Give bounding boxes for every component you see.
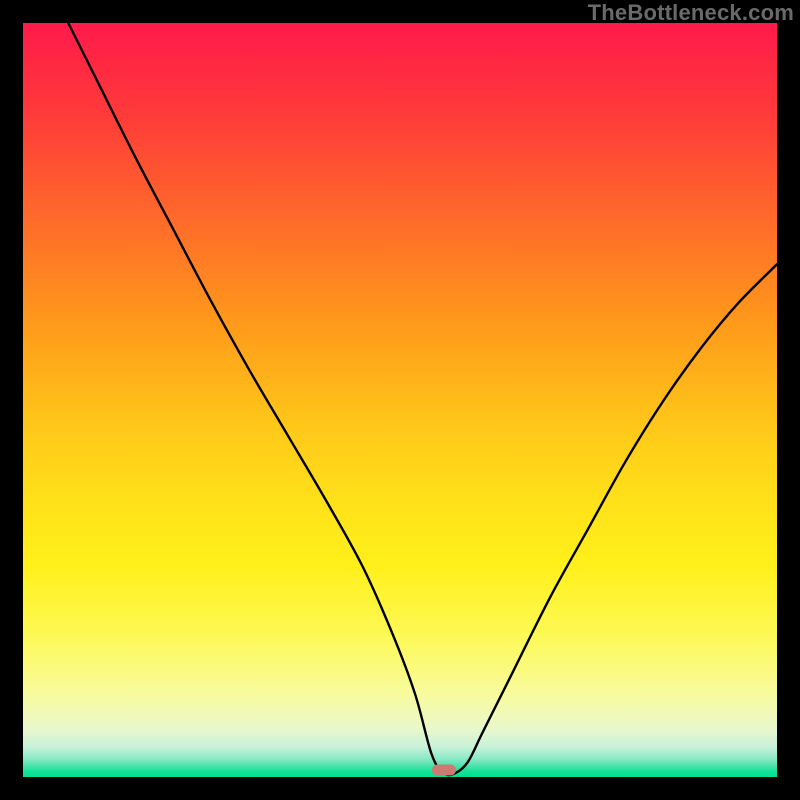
optimal-marker [432,765,456,776]
bottleneck-curve-path [68,23,777,775]
chart-plot-area [23,23,777,777]
bottleneck-curve [23,23,777,777]
watermark-text: TheBottleneck.com [588,0,794,26]
